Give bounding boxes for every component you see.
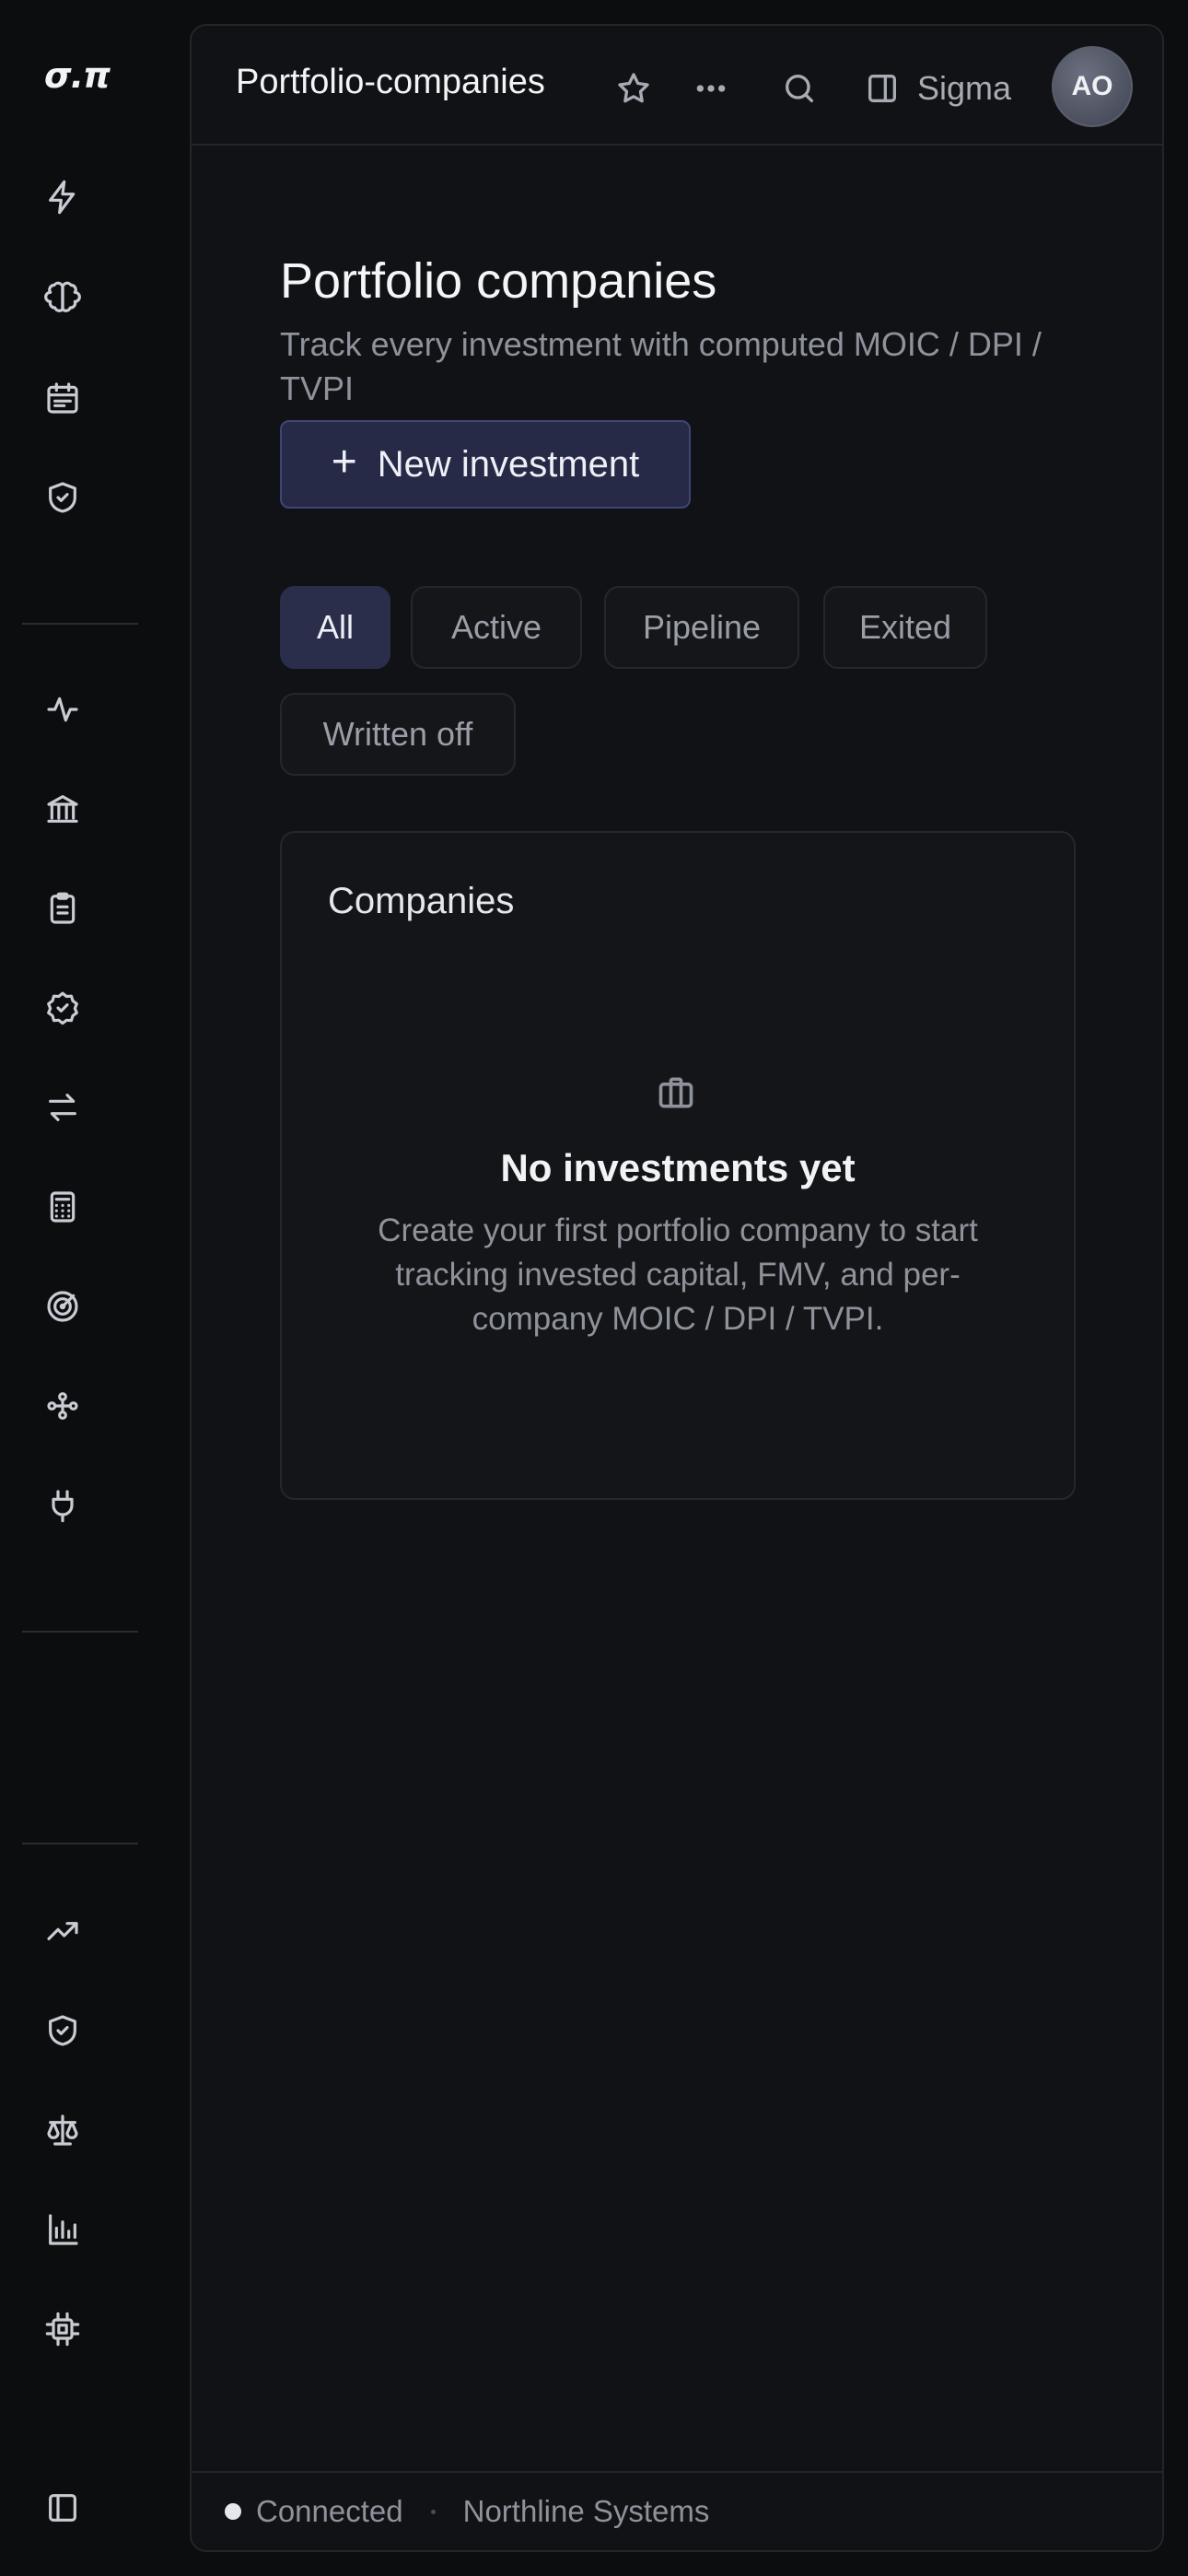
filter-chip-exited[interactable]: Exited [823, 586, 987, 669]
app-logo[interactable]: σ.π [44, 55, 111, 96]
bank-icon[interactable] [42, 789, 83, 829]
arrows-swap-icon[interactable] [42, 1087, 83, 1128]
briefcase-icon [656, 1072, 700, 1117]
avatar[interactable]: AO [1052, 46, 1133, 127]
star-icon[interactable] [611, 66, 656, 111]
organization-name: Northline Systems [462, 2494, 710, 2528]
new-investment-button[interactable]: + New investment [280, 420, 691, 509]
target-icon[interactable] [42, 1286, 83, 1327]
sidebar-toggle-icon[interactable] [860, 66, 904, 111]
badge-check-icon[interactable] [42, 988, 83, 1028]
lightning-icon[interactable] [42, 177, 83, 217]
trending-up-icon[interactable] [42, 1911, 83, 1951]
brain-icon[interactable] [42, 278, 83, 319]
bar-chart-icon[interactable] [42, 2209, 83, 2250]
shield-check-icon[interactable] [42, 477, 83, 518]
card-title: Companies [328, 881, 515, 921]
new-investment-label: New investment [377, 443, 640, 485]
panel-toggle-icon[interactable] [42, 2488, 83, 2528]
more-options-icon[interactable] [689, 66, 733, 111]
clipboard-icon[interactable] [42, 888, 83, 929]
calculator-icon[interactable] [42, 1187, 83, 1227]
empty-state-description: Create your first portfolio company to s… [378, 1212, 978, 1337]
chip-icon[interactable] [42, 2309, 83, 2349]
status-bar: Connected Northline Systems [192, 2471, 1162, 2550]
filter-chip-active[interactable]: Active [411, 586, 582, 669]
page-breadcrumb-title: Portfolio-companies [236, 63, 545, 101]
plus-icon: + [331, 438, 357, 486]
activity-icon[interactable] [42, 689, 83, 730]
filter-chip-pipeline[interactable]: Pipeline [604, 586, 799, 669]
empty-state-title: No investments yet [500, 1146, 856, 1189]
filter-chip-written-off[interactable]: Written off [280, 693, 516, 776]
separator-dot [430, 2509, 436, 2514]
page-title: Portfolio companies [280, 253, 717, 309]
top-bar: Portfolio-companies Sigma AO [192, 26, 1162, 146]
connection-status: Connected [256, 2494, 403, 2528]
main-panel: Portfolio-companies Sigma AO Portfolio c… [190, 24, 1164, 2552]
side-rail: σ.π [0, 0, 181, 2576]
companies-card: Companies No investments yet Create your… [280, 831, 1076, 1500]
plug-icon[interactable] [42, 1485, 83, 1526]
connection-status-dot [225, 2503, 241, 2520]
rail-divider [22, 1631, 138, 1633]
filter-chip-all[interactable]: All [280, 586, 390, 669]
workspace-name[interactable]: Sigma [917, 66, 1011, 111]
rail-divider [22, 1843, 138, 1844]
workflow-icon[interactable] [42, 1386, 83, 1426]
scale-icon[interactable] [42, 2110, 83, 2150]
shield-check-icon[interactable] [42, 2010, 83, 2051]
rail-divider [22, 623, 138, 625]
calendar-icon[interactable] [42, 378, 83, 418]
search-icon[interactable] [777, 66, 821, 111]
page-subtitle: Track every investment with computed MOI… [280, 325, 1042, 407]
